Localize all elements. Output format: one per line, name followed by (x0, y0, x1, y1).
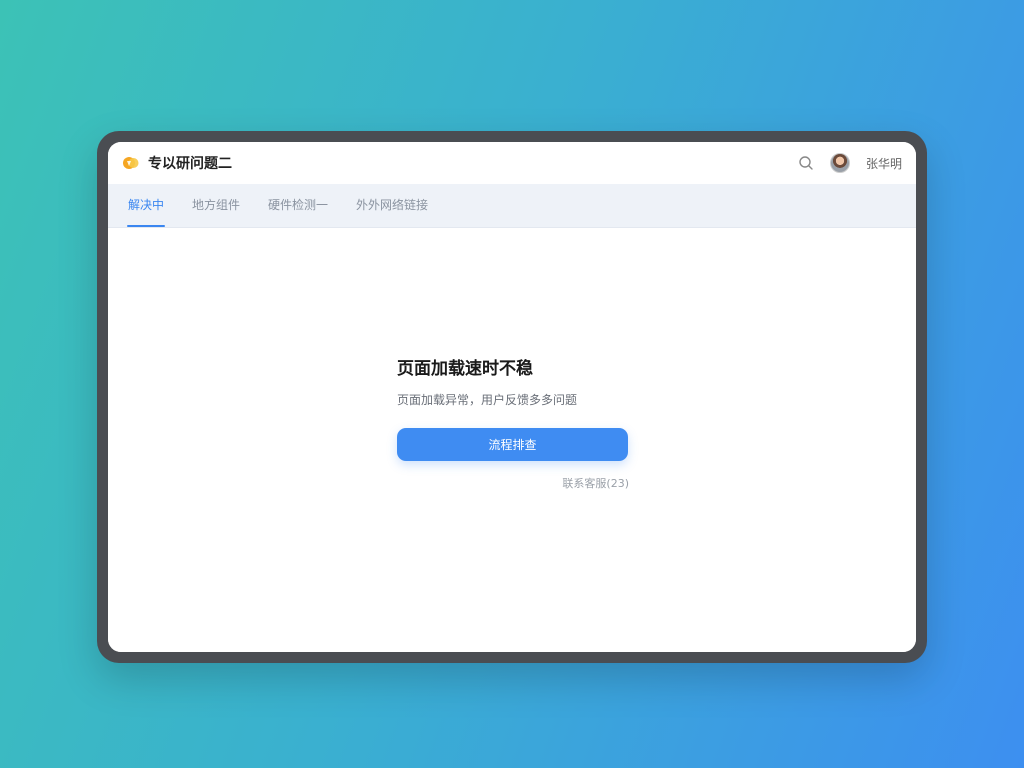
issue-headline: 页面加载速时不稳 (397, 359, 533, 379)
issue-panel: 页面加载速时不稳 页面加载异常，用户反馈多多问题 流程排查 联系客服(23) (397, 354, 629, 491)
tab-local-components[interactable]: 地方组件 (192, 196, 240, 227)
tab-hardware-check[interactable]: 硬件检测一 (268, 196, 328, 227)
contact-support-link[interactable]: 联系客服(23) (397, 475, 629, 491)
issue-description: 页面加载异常，用户反馈多多问题 (397, 393, 578, 407)
user-name[interactable]: 张华明 (866, 155, 902, 172)
top-bar: 专以研问题二 张华明 (108, 142, 916, 184)
app-title: 专以研问题二 (148, 156, 232, 172)
tab-bar: 解决中 地方组件 硬件检测一 外外网络链接 (108, 184, 916, 228)
main-content: 页面加载速时不稳 页面加载异常，用户反馈多多问题 流程排查 联系客服(23) (108, 228, 916, 652)
tab-resolving[interactable]: 解决中 (126, 196, 166, 227)
user-avatar[interactable] (829, 153, 850, 173)
troubleshoot-button[interactable]: 流程排查 (397, 428, 628, 461)
tab-external-network[interactable]: 外外网络链接 (356, 196, 428, 227)
app-window: 专以研问题二 张华明 解决中 地方组件 硬件检测一 外外网络链接 页面加载速时不… (108, 142, 916, 652)
app-logo-icon (123, 157, 139, 169)
topbar-actions: 张华明 (798, 153, 902, 173)
search-icon[interactable] (798, 155, 814, 171)
device-frame: 专以研问题二 张华明 解决中 地方组件 硬件检测一 外外网络链接 页面加载速时不… (97, 131, 927, 663)
